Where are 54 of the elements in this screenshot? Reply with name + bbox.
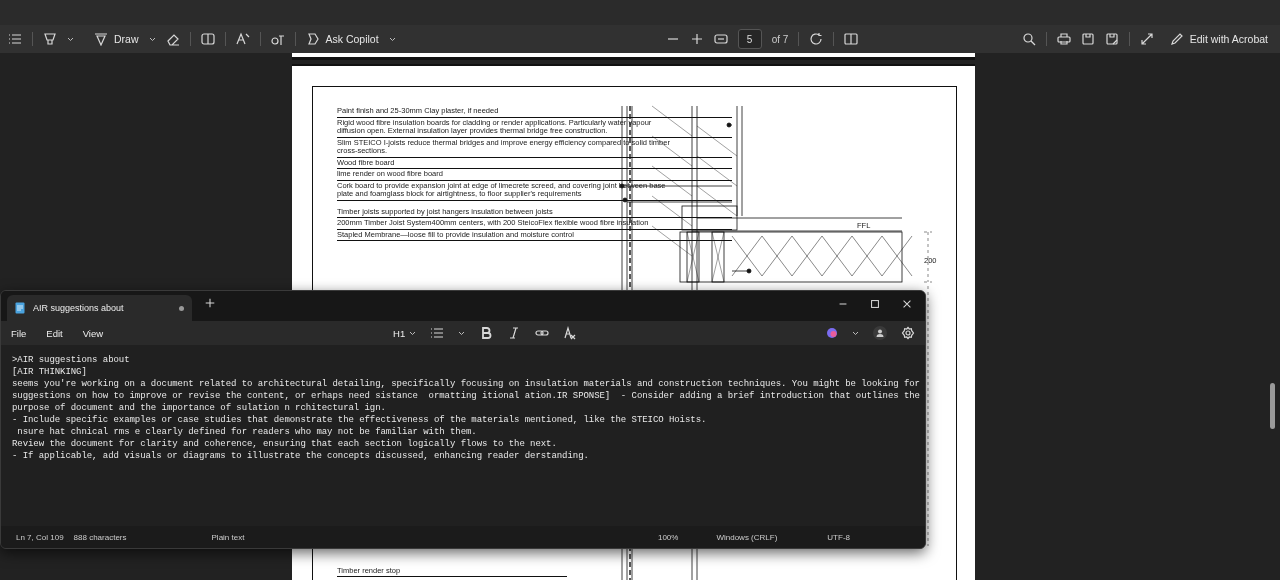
zoom-in-icon[interactable] xyxy=(689,32,704,46)
maximize-icon[interactable] xyxy=(869,297,881,311)
text-line: >AIR suggestions about xyxy=(12,354,131,366)
two-page-icon[interactable] xyxy=(844,32,859,46)
line-ending: Windows (CRLF) xyxy=(716,532,778,542)
caret-icon xyxy=(458,330,466,336)
caret-icon xyxy=(409,330,417,336)
settings-icon[interactable] xyxy=(901,326,915,340)
file-format: Plain text xyxy=(211,532,245,542)
text-line: - Include specific examples or case studies that demonstrate the effectiveness of the materials mentioned, like the STEICO Hoists. xyxy=(12,414,708,426)
scrollbar-thumb[interactable] xyxy=(1270,383,1275,429)
text-line: [AIR THINKING] xyxy=(12,366,88,378)
bullet-list-icon[interactable] xyxy=(430,326,445,340)
document-tab[interactable]: AIR suggestions about xyxy=(7,295,192,321)
draw-button[interactable]: Draw xyxy=(84,32,139,46)
text-line: - If applicable, add visuals or diagrams to illustrate the concepts discussed, enhancing reader derstanding. xyxy=(12,450,590,462)
pen-icon[interactable] xyxy=(94,32,108,46)
ask-copilot-button[interactable]: Ask Copilot xyxy=(305,32,379,46)
text-line: Review the document for clarity and coherence, ensuring that each section logically flows to the next. xyxy=(12,438,558,450)
pencil-icon[interactable] xyxy=(1169,32,1184,46)
zoom-level: 100% xyxy=(657,532,679,542)
heading-dropdown[interactable]: H1 xyxy=(393,327,417,339)
eraser-icon[interactable] xyxy=(165,32,180,46)
expand-icon[interactable] xyxy=(1139,32,1154,46)
clear-formatting-icon[interactable] xyxy=(563,326,578,340)
edit-with-acrobat-button[interactable]: Edit with Acrobat xyxy=(1163,32,1272,46)
character-count: 888 characters xyxy=(73,532,127,542)
search-icon[interactable] xyxy=(1021,32,1036,46)
rotate-icon[interactable] xyxy=(809,32,824,46)
page-number-field[interactable]: 5 xyxy=(737,29,762,49)
highlighter-icon[interactable] xyxy=(43,32,57,46)
menu-item[interactable]: View xyxy=(82,327,104,339)
save-as-icon[interactable] xyxy=(1104,32,1119,46)
text-editor[interactable] xyxy=(1,345,925,526)
text-line: nsure hat chnical rms e clearly defined for readers who may not be familiar with them. xyxy=(16,426,478,438)
print-icon[interactable] xyxy=(1056,32,1071,46)
text-box-icon[interactable] xyxy=(200,32,215,46)
account-icon[interactable] xyxy=(873,326,887,340)
caret-icon xyxy=(148,36,156,42)
cursor-position: Ln 7, Col 109 xyxy=(16,532,64,542)
bold-icon[interactable] xyxy=(479,326,494,340)
text-size-icon[interactable] xyxy=(235,32,250,46)
encoding: UTF-8 xyxy=(827,532,850,542)
caret-icon xyxy=(388,36,396,42)
text-line: seems you're working on a document related to architectural detailing, specifically focusing on insulation materials and construction techniques. You might be looking for suggestions on how to improve or revise the content, or erhaps need sistance ormatting itional ation.IR SPONSE] - Consider adding a brief introduction that outlines the purpose of document and the importance of sulation n rchitectural ign. xyxy=(12,378,921,414)
menu-item[interactable]: Edit xyxy=(46,327,63,339)
fit-width-icon[interactable] xyxy=(713,32,728,46)
menu-item[interactable]: File xyxy=(11,327,27,339)
caret-icon xyxy=(852,330,859,336)
caret-icon xyxy=(67,36,74,42)
notepad-icon xyxy=(15,302,25,314)
save-icon[interactable] xyxy=(1080,32,1095,46)
list-icon[interactable] xyxy=(8,32,22,46)
page-total: of 7 xyxy=(771,33,789,45)
